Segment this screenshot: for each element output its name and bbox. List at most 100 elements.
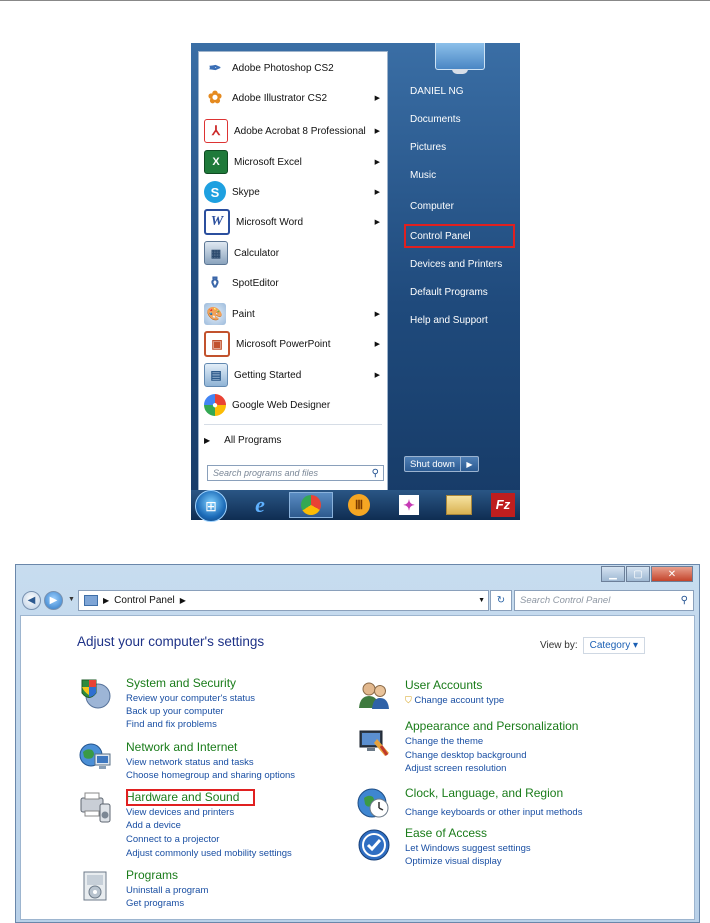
category-link[interactable]: Choose homegroup and sharing options [126,770,295,781]
user-picture[interactable] [435,43,485,74]
category-link[interactable]: Change desktop background [405,750,526,761]
category-link-with-shield[interactable]: ⛉ Change account type [405,695,504,706]
breadcrumb-control-panel[interactable]: Control Panel [114,595,175,606]
category-link[interactable]: Change account type [414,695,504,706]
file-explorer-icon[interactable] [437,492,481,518]
program-item-calculator[interactable]: ▦ Calculator [199,238,387,268]
search-icon[interactable]: ⚲ [372,468,383,479]
breadcrumb-separator-icon[interactable]: ▶ [103,596,109,605]
category-title[interactable]: Programs [126,868,178,882]
control-panel-highlight [404,224,515,248]
program-label: SpotEditor [232,277,279,289]
program-item-word[interactable]: W Microsoft Word ▶ [199,207,387,237]
program-item-excel[interactable]: X Microsoft Excel ▶ [199,147,387,177]
internet-explorer-icon[interactable]: e [238,492,282,518]
category-link[interactable]: Uninstall a program [126,885,208,896]
address-dropdown-icon[interactable]: ▼ [478,597,485,604]
category-link[interactable]: Let Windows suggest settings [405,843,531,854]
program-item-illustrator[interactable]: ✿ Adobe Illustrator CS2 ▶ [199,83,387,113]
category-link[interactable]: Back up your computer [126,706,224,717]
system-security-icon [78,676,112,710]
shutdown-button[interactable]: Shut down [404,456,461,472]
filezilla-logo: Fz [491,493,515,517]
window-controls: ▁ ▢ ✕ [600,566,693,582]
submenu-arrow-icon: ▶ [374,311,380,318]
view-by-value: Category [589,640,631,651]
category-link[interactable]: Adjust screen resolution [405,763,506,774]
program-label: Microsoft PowerPoint [236,338,331,350]
paint-app-icon[interactable]: ✦ [387,492,431,518]
media-logo: Ⅲ [348,494,370,516]
view-by-label: View by: [540,640,578,651]
refresh-icon[interactable]: ↻ [490,590,512,611]
category-title[interactable]: System and Security [126,676,236,690]
category-link[interactable]: Connect to a projector [126,834,219,845]
start-menu: ✒ Adobe Photoshop CS2 ✿ Adobe Illustrato… [191,43,520,522]
program-label: Adobe Photoshop CS2 [232,62,334,74]
category-link[interactable]: Optimize visual display [405,856,502,867]
clock-globe-icon [357,786,391,820]
category-link[interactable]: Find and fix problems [126,719,217,730]
chrome-logo [301,495,321,515]
category-link[interactable]: Get programs [126,898,184,909]
program-item-spoteditor[interactable]: ⚱ SpotEditor [199,268,387,298]
chrome-icon[interactable] [289,492,333,518]
breadcrumb-separator-icon[interactable]: ▶ [180,596,186,605]
taskbar: ⊞ e Ⅲ ✦ Fz [191,490,520,522]
program-label: Microsoft Excel [234,156,302,168]
control-panel-window: ▁ ▢ ✕ ◀ ▶ ▼ ▶ Control Panel ▶ ▼ ↻ Search… [15,564,700,923]
category-link[interactable]: Adjust commonly used mobility settings [126,848,292,859]
shutdown-options-arrow-icon[interactable]: ▶ [461,456,479,472]
start-link-pictures[interactable]: Pictures [410,142,446,153]
all-programs-button[interactable]: ▶ All Programs [204,435,281,446]
control-panel-search-input[interactable]: Search Control Panel ⚲ [514,590,694,611]
address-bar[interactable]: ▶ Control Panel ▶ ▼ [78,590,489,611]
category-system-security: System and Security Review your computer… [78,676,318,730]
control-panel-address-icon [84,595,98,606]
windows-orb-icon[interactable]: ⊞ [195,490,227,522]
program-item-acrobat[interactable]: ⅄ Adobe Acrobat 8 Professional ▶ [199,116,387,146]
category-title[interactable]: Appearance and Personalization [405,719,578,733]
close-icon[interactable]: ✕ [651,566,693,582]
recent-pages-dropdown-icon[interactable]: ▼ [68,596,75,603]
spoteditor-icon: ⚱ [204,272,226,294]
shutdown-control: Shut down ▶ [404,456,480,472]
program-item-powerpoint[interactable]: ▣ Microsoft PowerPoint ▶ [199,329,387,359]
paint-logo: ✦ [399,495,419,515]
start-link-computer[interactable]: Computer [410,201,454,212]
program-item-photoshop[interactable]: ✒ Adobe Photoshop CS2 [199,53,387,83]
forward-button[interactable]: ▶ [44,591,63,610]
filezilla-icon[interactable]: Fz [488,492,518,518]
category-link[interactable]: Change the theme [405,736,483,747]
category-link[interactable]: View devices and printers [126,807,234,818]
program-item-google-web-designer[interactable]: ● Google Web Designer [199,390,387,420]
category-title[interactable]: Network and Internet [126,740,237,754]
category-title[interactable]: Clock, Language, and Region [405,786,563,800]
category-title[interactable]: User Accounts [405,678,482,692]
program-item-skype[interactable]: S Skype ▶ [199,177,387,207]
start-link-user[interactable]: DANIEL NG [410,86,464,97]
search-placeholder: Search Control Panel [520,595,611,606]
back-button[interactable]: ◀ [22,591,41,610]
start-link-default-programs[interactable]: Default Programs [410,287,488,298]
program-item-paint[interactable]: 🎨 Paint ▶ [199,299,387,329]
view-by-select[interactable]: Category ▾ [582,637,646,654]
start-link-music[interactable]: Music [410,170,436,181]
category-link[interactable]: Change keyboards or other input methods [405,807,582,818]
chevron-down-icon: ▾ [632,640,639,651]
network-internet-highlight [126,789,255,806]
start-link-help-support[interactable]: Help and Support [410,315,488,326]
start-search-input[interactable]: Search programs and files ⚲ [207,465,384,481]
ease-of-access-icon [357,828,391,862]
category-link[interactable]: Review your computer's status [126,693,255,704]
maximize-icon[interactable]: ▢ [626,566,650,582]
minimize-icon[interactable]: ▁ [601,566,625,582]
program-item-getting-started[interactable]: ▤ Getting Started ▶ [199,360,387,390]
start-link-devices-printers[interactable]: Devices and Printers [410,259,502,270]
category-title[interactable]: Ease of Access [405,826,487,840]
media-icon[interactable]: Ⅲ [337,492,381,518]
search-icon[interactable]: ⚲ [681,595,693,606]
category-link[interactable]: Add a device [126,820,181,831]
start-link-documents[interactable]: Documents [410,114,461,125]
category-link[interactable]: View network status and tasks [126,757,254,768]
